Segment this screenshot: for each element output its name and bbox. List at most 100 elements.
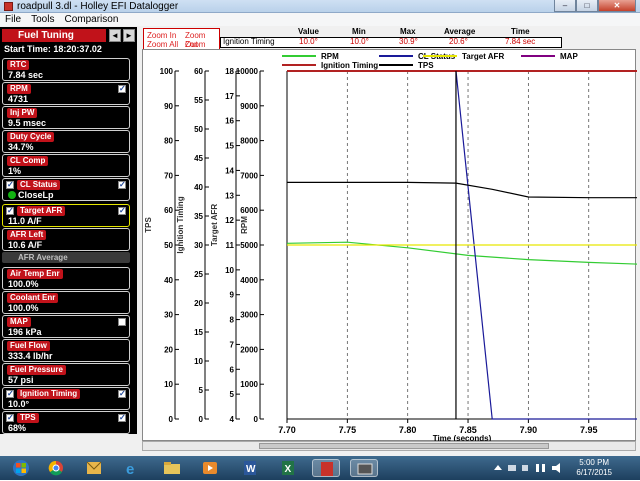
legend-label: Target AFR: [462, 52, 504, 61]
status-dot-icon: [8, 191, 16, 199]
internet-explorer-icon[interactable]: e: [118, 459, 146, 478]
channel-card[interactable]: AFR Left 10.6 A/F: [2, 228, 130, 251]
y-tick-label: 50: [164, 241, 173, 250]
y-tick-label: 16: [225, 117, 234, 126]
y-tick-label: 50: [194, 125, 203, 134]
y-tick-label: 5: [230, 390, 235, 399]
channel-card[interactable]: CL Comp 1%: [2, 154, 130, 177]
app-window: roadpull 3.dl - Holley EFI Datalogger – …: [0, 0, 640, 456]
legend-label: Ignition Timing: [321, 61, 378, 70]
channel-card[interactable]: Fuel Flow 333.4 lb/hr: [2, 339, 130, 362]
channel-plot-checkbox[interactable]: ✓: [118, 85, 126, 93]
channel-checkbox[interactable]: ✓: [6, 207, 14, 215]
outlook-icon[interactable]: [80, 459, 108, 477]
y-tick-label: 14: [225, 166, 234, 175]
channel-card[interactable]: RPM 4731 ✓: [2, 82, 130, 105]
y-tick-label: 15: [225, 142, 234, 151]
datalogger-taskbar-icon[interactable]: [350, 459, 378, 477]
y-axis-title: Ignition Timing: [176, 196, 185, 253]
channel-card[interactable]: ✓ Ignition Timing 10.0° ✓: [2, 387, 130, 410]
channel-label: AFR Left: [7, 230, 47, 240]
channel-value: 100.0%: [8, 279, 39, 289]
channel-label: RPM: [7, 84, 31, 94]
start-button[interactable]: [6, 459, 36, 477]
maximize-button[interactable]: □: [576, 0, 598, 12]
y-tick-label: 3000: [240, 311, 258, 320]
channel-value: 34.7%: [8, 142, 34, 152]
y-tick-label: 17: [225, 92, 234, 101]
y-tick-label: 0: [199, 415, 204, 424]
taskbar-clock[interactable]: 5:00 PM 6/17/2015: [576, 458, 612, 478]
menu-tools[interactable]: Tools: [26, 13, 59, 26]
y-tick-label: 20: [194, 299, 203, 308]
channel-card[interactable]: Air Temp Enr 100.0%: [2, 267, 130, 290]
channel-card[interactable]: MAP 196 kPa: [2, 315, 130, 338]
statistics-bar: Ignition Timing Value Min Max Average Ti…: [220, 27, 562, 49]
close-button[interactable]: ✕: [598, 0, 636, 12]
y-axis-title: Target AFR: [210, 204, 219, 246]
channel-card[interactable]: ✓ Target AFR 11.0 A/F ✓: [2, 204, 130, 227]
holley-efi-taskbar-icon[interactable]: [312, 459, 340, 477]
stats-channel-label: Ignition Timing: [223, 37, 275, 46]
zoom-in-button[interactable]: Zoom In: [147, 31, 176, 40]
channel-label: CL Status: [17, 180, 61, 190]
zoom-all-button[interactable]: Zoom All: [147, 40, 178, 49]
channel-checkbox[interactable]: ✓: [6, 181, 14, 189]
channel-card[interactable]: Duty Cycle 34.7%: [2, 130, 130, 153]
channel-label: Inj PW: [7, 108, 38, 118]
channel-card[interactable]: ✓ CL Status CloseLp ✓: [2, 178, 130, 201]
channel-value: 10.0°: [8, 399, 30, 409]
y-tick-label: 4000: [240, 276, 258, 285]
stats-header-max: Max: [400, 27, 416, 36]
channel-label: Target AFR: [17, 206, 66, 216]
system-tray-icons[interactable]: [492, 462, 568, 474]
afr-average-separator[interactable]: AFR Average: [2, 252, 130, 263]
channel-value: 196 kPa: [8, 327, 42, 337]
media-player-icon[interactable]: [196, 459, 224, 477]
channel-card[interactable]: ✓ TPS 68% ✓: [2, 411, 130, 434]
menu-file[interactable]: File: [0, 13, 26, 26]
channel-plot-checkbox[interactable]: ✓: [118, 390, 126, 398]
word-icon[interactable]: W: [236, 459, 264, 477]
stats-time: 7.84 sec: [505, 37, 536, 46]
channel-card[interactable]: Inj PW 9.5 msec: [2, 106, 130, 129]
channel-card[interactable]: Coolant Enr 100.0%: [2, 291, 130, 314]
excel-icon[interactable]: X: [274, 459, 302, 477]
y-tick-label: 7000: [240, 171, 258, 180]
channel-panel: Fuel Tuning ◄ ► Start Time: 18:20:37.02 …: [0, 27, 137, 434]
channel-label: TPS: [17, 413, 39, 423]
y-tick-label: 100: [160, 67, 174, 76]
y-tick-label: 10: [225, 266, 234, 275]
channel-plot-checkbox[interactable]: ✓: [118, 414, 126, 422]
plot-area[interactable]: RPMCL StatusTarget AFRMAPIgnition Timing…: [142, 49, 638, 443]
y-tick-label: 55: [194, 96, 203, 105]
y-tick-label: 35: [194, 212, 203, 221]
channel-label: Fuel Flow: [7, 341, 50, 351]
channel-plot-checkbox[interactable]: [118, 318, 126, 326]
stats-average: 20.6°: [449, 37, 468, 46]
legend-label: TPS: [418, 61, 434, 70]
minimize-button[interactable]: –: [554, 0, 576, 12]
x-tick-label: 7.75: [339, 425, 357, 435]
file-explorer-icon[interactable]: [158, 459, 186, 477]
channel-label: Coolant Enr: [7, 293, 59, 303]
channel-label: RTC: [7, 60, 30, 70]
datalog-chart[interactable]: RPMCL StatusTarget AFRMAPIgnition Timing…: [143, 50, 638, 443]
channel-card[interactable]: RTC 7.84 sec: [2, 58, 130, 81]
channel-plot-checkbox[interactable]: ✓: [118, 181, 126, 189]
channel-checkbox[interactable]: ✓: [6, 390, 14, 398]
next-panel-button[interactable]: ►: [123, 29, 135, 42]
channel-plot-checkbox[interactable]: ✓: [118, 207, 126, 215]
menu-comparison[interactable]: Comparison: [59, 13, 123, 26]
y-tick-label: 60: [194, 67, 203, 76]
horizontal-scrollbar[interactable]: [142, 441, 636, 451]
taskbar: e W X 5:00 PM 6/17/2015: [0, 456, 640, 480]
y-tick-label: 10000: [236, 67, 259, 76]
channel-checkbox[interactable]: ✓: [6, 414, 14, 422]
y-tick-label: 9: [230, 291, 235, 300]
chrome-icon[interactable]: [42, 459, 70, 477]
prev-panel-button[interactable]: ◄: [109, 29, 121, 42]
channel-card[interactable]: Fuel Pressure 57 psi: [2, 363, 130, 386]
scrollbar-thumb[interactable]: [259, 443, 549, 449]
stats-min: 10.0°: [350, 37, 369, 46]
